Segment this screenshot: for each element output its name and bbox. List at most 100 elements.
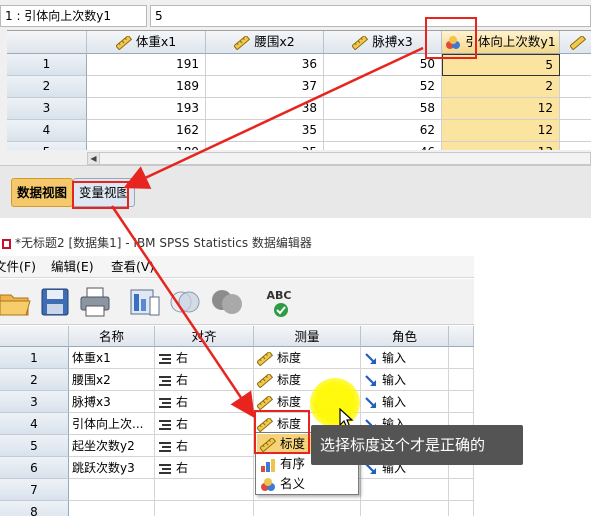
menu-view[interactable]: 查看(V): [111, 256, 154, 278]
scroll-left-arrow-icon[interactable]: ◀: [88, 153, 100, 164]
data-cell-selected[interactable]: 2: [442, 76, 560, 98]
tutorial-tooltip: 选择标度这个才是正确的: [311, 425, 523, 465]
row-number[interactable]: 1: [0, 347, 69, 369]
align-cell[interactable]: 右: [155, 457, 254, 479]
measure-cell[interactable]: [254, 501, 361, 516]
align-right-icon: [159, 353, 171, 364]
role-cell[interactable]: 输入: [361, 347, 449, 369]
data-cell[interactable]: 62: [324, 120, 442, 142]
annotation-box-column: [425, 17, 477, 59]
role-cell[interactable]: 输入: [361, 369, 449, 391]
column-header-role[interactable]: 角色: [361, 326, 449, 347]
empty-cell[interactable]: [449, 369, 474, 391]
row-number[interactable]: 1: [7, 54, 87, 76]
role-cell[interactable]: [361, 479, 449, 501]
spellcheck-abc-icon[interactable]: ABC: [262, 285, 296, 319]
column-header-label: 腰围x2: [254, 34, 295, 49]
print-icon[interactable]: [78, 285, 112, 319]
menu-file[interactable]: 文件(F): [0, 256, 36, 278]
data-cell[interactable]: 46: [324, 142, 442, 150]
align-cell[interactable]: 右: [155, 347, 254, 369]
variable-name-cell[interactable]: 脉搏x3: [69, 391, 155, 413]
role-cell[interactable]: [361, 501, 449, 516]
scale-ruler-icon: [115, 35, 132, 50]
column-header-waist[interactable]: 腰围x2: [206, 31, 324, 54]
scale-ruler-icon: [257, 351, 273, 366]
empty-cell[interactable]: [449, 479, 474, 501]
column-header-name[interactable]: 名称: [69, 326, 155, 347]
align-cell[interactable]: 右: [155, 413, 254, 435]
align-cell[interactable]: 右: [155, 435, 254, 457]
empty-cell[interactable]: [449, 391, 474, 413]
row-number[interactable]: 5: [0, 435, 69, 457]
data-cell[interactable]: [560, 98, 591, 120]
row-number[interactable]: 2: [0, 369, 69, 391]
ordinal-bars-icon: [261, 458, 275, 472]
data-cell[interactable]: 38: [206, 98, 324, 120]
data-cell-selected[interactable]: 13: [442, 142, 560, 150]
measure-cell[interactable]: 标度: [254, 347, 361, 369]
data-cell[interactable]: 36: [206, 54, 324, 76]
align-cell[interactable]: 右: [155, 391, 254, 413]
row-number[interactable]: 4: [7, 120, 87, 142]
align-value: 右: [176, 373, 189, 387]
save-disk-icon[interactable]: [38, 285, 72, 319]
column-header-measure[interactable]: 测量: [254, 326, 361, 347]
variable-name-cell[interactable]: 腰围x2: [69, 369, 155, 391]
data-cell[interactable]: [560, 76, 591, 98]
row-number[interactable]: 4: [0, 413, 69, 435]
data-grid: 体重x1 腰围x2 脉搏x3 引体向上次数y1 1 191 36 50 5 2 …: [7, 30, 591, 150]
variable-name-cell[interactable]: 起坐次数y2: [69, 435, 155, 457]
row-number[interactable]: 2: [7, 76, 87, 98]
variable-name-cell[interactable]: 体重x1: [69, 347, 155, 369]
align-right-icon: [159, 463, 171, 474]
align-value: 右: [176, 395, 189, 409]
data-cell-selected[interactable]: 12: [442, 98, 560, 120]
data-cell-selected[interactable]: 12: [442, 120, 560, 142]
option-nominal[interactable]: 名义: [257, 474, 357, 494]
align-cell[interactable]: 右: [155, 369, 254, 391]
horizontal-scrollbar[interactable]: [87, 152, 591, 165]
column-header-weight[interactable]: 体重x1: [87, 31, 206, 54]
dialog-recall-icon[interactable]: [128, 285, 162, 319]
data-cell[interactable]: 35: [206, 142, 324, 150]
menu-edit[interactable]: 编辑(E): [51, 256, 94, 278]
data-cell[interactable]: [560, 142, 591, 150]
data-cell[interactable]: 35: [206, 120, 324, 142]
data-cell[interactable]: [560, 54, 591, 76]
align-cell[interactable]: [155, 479, 254, 501]
grey-circles-icon[interactable]: [210, 285, 244, 319]
tab-data-view[interactable]: 数据视图: [11, 178, 74, 207]
row-number[interactable]: 5: [7, 142, 87, 150]
data-cell[interactable]: 58: [324, 98, 442, 120]
measure-value: 标度: [277, 351, 302, 365]
row-number[interactable]: 3: [7, 98, 87, 120]
align-right-icon: [159, 441, 171, 452]
data-cell[interactable]: 193: [87, 98, 206, 120]
role-cell[interactable]: 输入: [361, 391, 449, 413]
variable-name-cell[interactable]: 引体向上次...: [69, 413, 155, 435]
row-number[interactable]: 3: [0, 391, 69, 413]
row-number[interactable]: 8: [0, 501, 69, 516]
open-folder-icon[interactable]: [0, 285, 32, 319]
empty-cell[interactable]: [449, 501, 474, 516]
data-cell[interactable]: 52: [324, 76, 442, 98]
data-cell[interactable]: 189: [87, 76, 206, 98]
variable-name-cell[interactable]: [69, 479, 155, 501]
row-number[interactable]: 6: [0, 457, 69, 479]
cell-value-field[interactable]: 5: [150, 5, 591, 27]
data-cell[interactable]: 162: [87, 120, 206, 142]
row-number[interactable]: 7: [0, 479, 69, 501]
measure-value: 标度: [277, 373, 302, 387]
data-cell[interactable]: [560, 120, 591, 142]
column-header-align[interactable]: 对齐: [155, 326, 254, 347]
column-header-next[interactable]: [560, 31, 591, 54]
variable-name-cell[interactable]: [69, 501, 155, 516]
empty-cell[interactable]: [449, 347, 474, 369]
data-cell[interactable]: 191: [87, 54, 206, 76]
variable-name-cell[interactable]: 跳跃次数y3: [69, 457, 155, 479]
venn-circles-icon[interactable]: [168, 285, 202, 319]
data-cell[interactable]: 189: [87, 142, 206, 150]
data-cell[interactable]: 37: [206, 76, 324, 98]
align-cell[interactable]: [155, 501, 254, 516]
